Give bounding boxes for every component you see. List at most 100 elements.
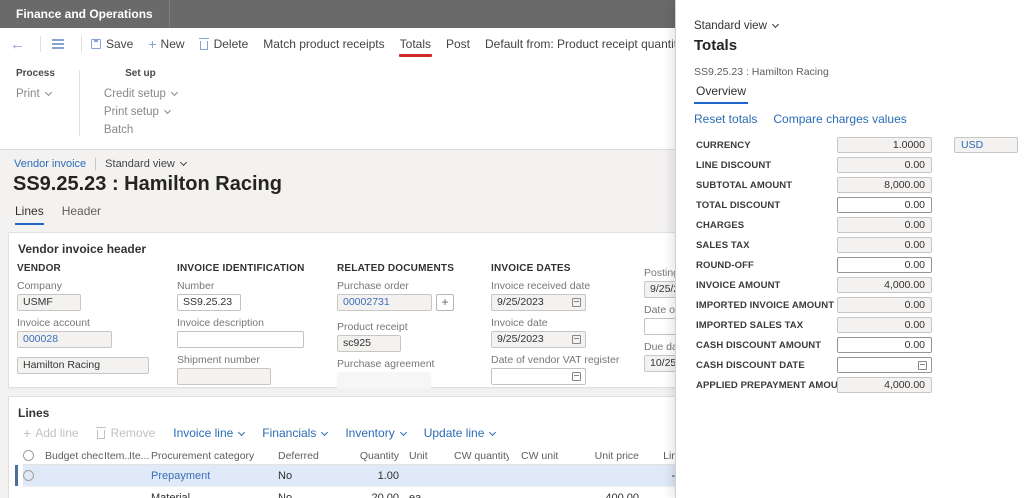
number-field[interactable]: SS9.25.23 bbox=[177, 294, 241, 311]
tab-overview[interactable]: Overview bbox=[694, 84, 749, 104]
unit-price-cell: 400.00 bbox=[605, 491, 639, 498]
cash-discount-date-field[interactable] bbox=[837, 357, 932, 373]
menu-button[interactable] bbox=[50, 43, 66, 45]
panel-links: Reset totals Compare charges values bbox=[694, 112, 923, 126]
cash-discount-amount-field[interactable]: 0.00 bbox=[837, 337, 932, 353]
col-cw-quantity[interactable]: CW quantity bbox=[454, 450, 509, 462]
company-field: USMF bbox=[17, 294, 81, 311]
totals-button[interactable]: Totals bbox=[398, 37, 433, 57]
field-round-off: ROUND-OFF 0.00 bbox=[676, 257, 1024, 277]
select-all-radio[interactable] bbox=[23, 450, 34, 462]
round-off-field[interactable]: 0.00 bbox=[837, 257, 932, 273]
grid-header-row: Budget check r... Item... Ite... Procure… bbox=[23, 447, 783, 465]
remove-line-button[interactable]: Remove bbox=[95, 426, 155, 440]
view-selector[interactable]: Standard view bbox=[105, 158, 187, 170]
trash-icon bbox=[95, 426, 106, 439]
reset-totals-link[interactable]: Reset totals bbox=[694, 112, 757, 126]
total-discount-field[interactable]: 0.00 bbox=[837, 197, 932, 213]
match-product-receipts-button[interactable]: Match product receipts bbox=[263, 37, 384, 51]
toolbar-divider bbox=[40, 36, 41, 52]
invoice-line-menu[interactable]: Invoice line bbox=[173, 426, 246, 440]
product-receipt-label: Product receipt bbox=[337, 321, 408, 333]
shipment-number-field bbox=[177, 368, 271, 385]
chevron-down-icon bbox=[321, 428, 329, 436]
field-line-discount: LINE DISCOUNT 0.00 bbox=[676, 157, 1024, 177]
col-unit-price[interactable]: Unit price bbox=[569, 450, 639, 462]
process-group-title: Process bbox=[16, 68, 55, 79]
field-applied-prepayment-amount: APPLIED PREPAYMENT AMOUNT 4,000.00 bbox=[676, 377, 1024, 397]
breadcrumb-vendor-invoice-link[interactable]: Vendor invoice bbox=[14, 158, 86, 170]
add-line-button[interactable]: Add line bbox=[23, 425, 78, 441]
tab-header[interactable]: Header bbox=[62, 204, 101, 225]
credit-setup-menu[interactable]: Credit setup bbox=[104, 88, 178, 100]
chevron-down-icon bbox=[489, 428, 497, 436]
breadcrumb-divider bbox=[95, 158, 97, 170]
select-all-cell[interactable] bbox=[23, 450, 45, 462]
col-item2[interactable]: Ite... bbox=[129, 450, 151, 462]
currency-code-field[interactable]: USD bbox=[954, 137, 1018, 153]
purchase-order-field[interactable]: 00002731 bbox=[337, 294, 432, 311]
vendor-name-field: Hamilton Racing bbox=[17, 357, 149, 374]
post-button[interactable]: Post bbox=[446, 37, 470, 51]
group-divider bbox=[78, 70, 80, 136]
action-pane-flyout: Process Print Set up Credit setup Print … bbox=[16, 68, 178, 142]
col-procurement-category[interactable]: Procurement category bbox=[151, 450, 278, 462]
field-subtotal-amount: SUBTOTAL AMOUNT 8,000.00 bbox=[676, 177, 1024, 197]
deferred-cell: No bbox=[278, 469, 293, 482]
add-purchase-order-button[interactable]: + bbox=[436, 294, 454, 311]
invoice-received-date-label: Invoice received date bbox=[491, 280, 591, 292]
chevron-down-icon bbox=[771, 20, 779, 29]
app-launcher[interactable]: Finance and Operations bbox=[0, 0, 170, 28]
vat-register-date-field[interactable] bbox=[491, 368, 586, 385]
plus-icon bbox=[148, 36, 160, 52]
save-button[interactable]: Save bbox=[91, 37, 133, 51]
table-row-prepayment[interactable]: Prepayment No 1.00 -4,000.00 bbox=[15, 465, 783, 487]
deferred-cell: No bbox=[278, 491, 293, 498]
update-line-menu[interactable]: Update line bbox=[424, 426, 497, 440]
invoice-identification-column: INVOICE IDENTIFICATION Number SS9.25.23 … bbox=[177, 263, 305, 389]
col-unit[interactable]: Unit bbox=[399, 450, 454, 462]
invoice-dates-group-title: INVOICE DATES bbox=[491, 263, 571, 274]
inventory-menu[interactable]: Inventory bbox=[345, 426, 407, 440]
lines-card-title: Lines bbox=[18, 406, 50, 420]
procurement-category-link[interactable]: Prepayment bbox=[151, 470, 278, 482]
row-radio[interactable] bbox=[23, 470, 34, 482]
calendar-icon bbox=[918, 361, 927, 370]
invoice-description-field[interactable] bbox=[177, 331, 304, 348]
delete-button[interactable]: Delete bbox=[198, 37, 248, 51]
new-label: New bbox=[160, 37, 185, 51]
trash-icon bbox=[198, 37, 209, 50]
new-button[interactable]: New bbox=[148, 36, 185, 52]
col-deferred[interactable]: Deferred bbox=[278, 450, 338, 462]
col-cw-unit[interactable]: CW unit bbox=[509, 450, 569, 462]
tab-lines[interactable]: Lines bbox=[15, 204, 44, 225]
compare-charges-values-link[interactable]: Compare charges values bbox=[773, 112, 906, 126]
col-item1[interactable]: Item... bbox=[104, 450, 129, 462]
setup-group-title: Set up bbox=[125, 68, 156, 79]
print-menu[interactable]: Print bbox=[16, 88, 55, 100]
page-tabs: Lines Header bbox=[15, 204, 119, 225]
back-button[interactable] bbox=[10, 36, 25, 53]
chevron-down-icon bbox=[170, 88, 178, 97]
quantity-cell: 20.00 bbox=[371, 491, 399, 498]
table-row-material[interactable]: Material No 20.00 ea 400.00 8,000.00 bbox=[23, 487, 783, 498]
shipment-number-label: Shipment number bbox=[177, 354, 260, 366]
print-setup-menu[interactable]: Print setup bbox=[104, 106, 177, 118]
col-budget-check[interactable]: Budget check r... bbox=[45, 450, 104, 462]
applied-prepayment-amount-field: 4,000.00 bbox=[837, 377, 932, 393]
col-quantity[interactable]: Quantity bbox=[338, 450, 399, 462]
related-documents-group-title: RELATED DOCUMENTS bbox=[337, 263, 455, 274]
imported-invoice-amount-field: 0.00 bbox=[837, 297, 932, 313]
invoice-account-field[interactable]: 000028 bbox=[17, 331, 112, 348]
calendar-icon bbox=[572, 372, 581, 381]
default-from-dropdown[interactable]: Default from: Product receipt quantity bbox=[485, 37, 696, 51]
panel-view-selector[interactable]: Standard view bbox=[694, 20, 779, 32]
field-imported-sales-tax: IMPORTED SALES TAX 0.00 bbox=[676, 317, 1024, 337]
chevron-down-icon bbox=[399, 428, 407, 436]
batch-menu[interactable]: Batch bbox=[104, 124, 177, 136]
back-icon bbox=[10, 36, 25, 53]
financials-menu[interactable]: Financials bbox=[262, 426, 329, 440]
field-invoice-amount: INVOICE AMOUNT 4,000.00 bbox=[676, 277, 1024, 297]
invoice-date-label: Invoice date bbox=[491, 317, 548, 329]
row-select-cell[interactable] bbox=[23, 470, 45, 482]
